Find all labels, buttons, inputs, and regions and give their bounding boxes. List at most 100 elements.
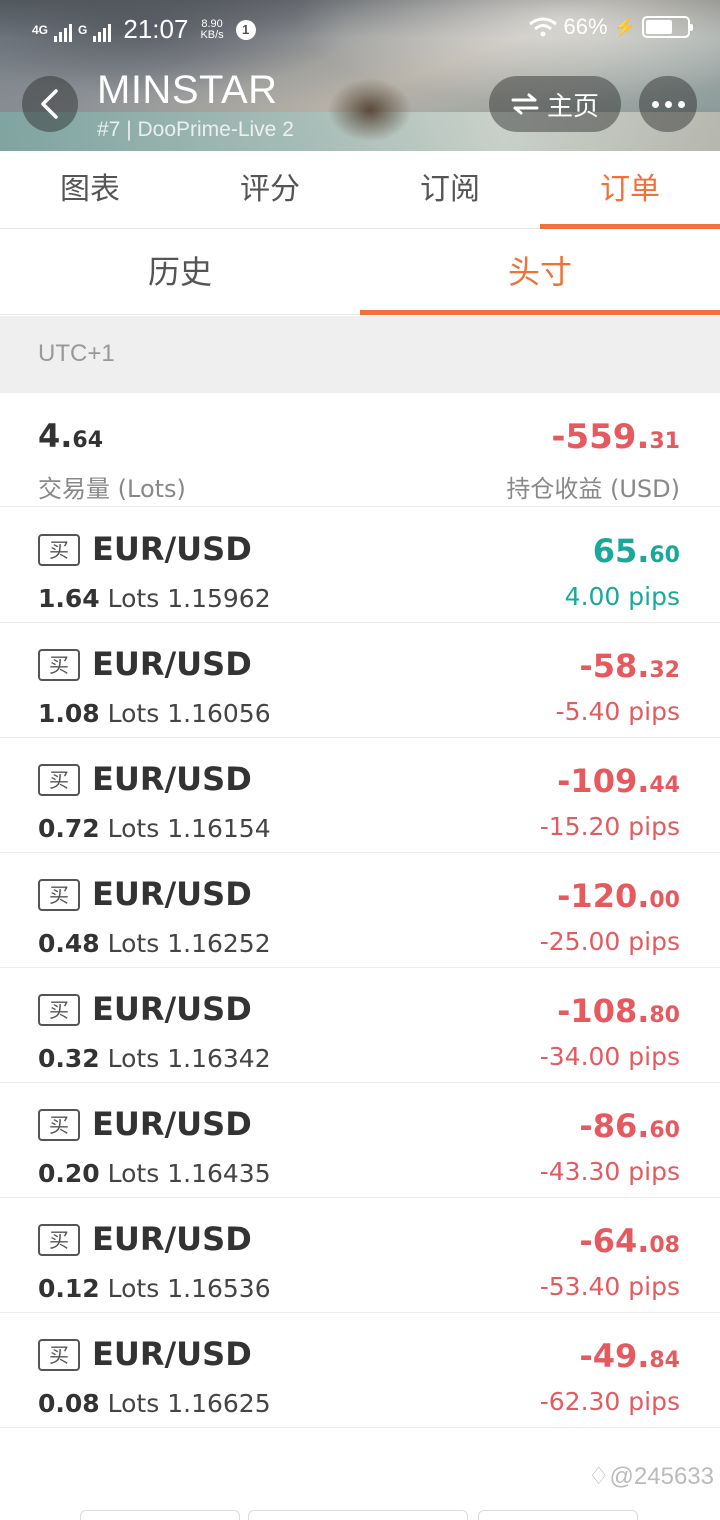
order-price: 1.16252 (167, 929, 271, 958)
home-button[interactable]: 主页 (489, 76, 621, 132)
order-lots: 0.72 (38, 814, 100, 843)
order-symbol: EUR/USD (92, 645, 252, 683)
tab-orders[interactable]: 订单 (540, 151, 720, 229)
sub-tabs: 历史 头寸 (0, 230, 720, 315)
order-lots: 0.20 (38, 1159, 100, 1188)
buy-badge: 买 (38, 1339, 80, 1371)
order-symbol: EUR/USD (92, 875, 252, 913)
clock: 21:07 (123, 14, 189, 44)
order-symbol: EUR/USD (92, 1220, 252, 1258)
order-profit: -64.08 (579, 1222, 680, 1260)
battery-fill (646, 20, 673, 34)
order-info: 0.08 Lots 1.16625 (38, 1389, 271, 1418)
buy-badge: 买 (38, 1109, 80, 1141)
more-dot-icon (651, 100, 659, 108)
order-profit: 65.60 (593, 532, 680, 570)
timezone-bar: UTC+1 (0, 316, 720, 393)
order-row[interactable]: 买 EUR/USD 0.72 Lots 1.16154 -109.44 -15.… (0, 738, 720, 853)
order-row[interactable]: 买 EUR/USD 0.48 Lots 1.16252 -120.00 -25.… (0, 853, 720, 968)
watermark-logo-icon: ♢ (588, 1463, 610, 1490)
order-row[interactable]: 买 EUR/USD 1.64 Lots 1.15962 65.60 4.00 p… (0, 508, 720, 623)
order-profit-int: -120. (557, 877, 650, 915)
order-pips: -62.30 pips (539, 1387, 680, 1416)
order-info: 0.72 Lots 1.16154 (38, 814, 271, 843)
profile-header: 4G G 21:07 8.90 KB/s 1 66% ⚡ MINSTAR #7 … (0, 0, 720, 151)
order-pips: -53.40 pips (539, 1272, 680, 1301)
header-background-person (300, 70, 430, 151)
chevron-left-icon (41, 89, 58, 119)
battery-icon (642, 16, 693, 38)
total-volume-label: 交易量 (Lots) (38, 475, 186, 503)
order-profit-int: -49. (579, 1337, 650, 1375)
tab-chart[interactable]: 图表 (0, 151, 180, 229)
subtab-history[interactable]: 历史 (0, 230, 360, 315)
order-profit: -86.60 (579, 1107, 680, 1145)
order-row[interactable]: 买 EUR/USD 0.08 Lots 1.16625 -49.84 -62.3… (0, 1313, 720, 1428)
order-lots-unit: Lots (107, 1159, 160, 1188)
order-pips: -5.40 pips (555, 697, 680, 726)
order-profit-dec: 84 (649, 1348, 680, 1373)
order-profit: -109.44 (557, 762, 680, 800)
more-button[interactable] (639, 76, 697, 132)
more-dot-icon (677, 100, 685, 108)
order-symbol: EUR/USD (92, 990, 252, 1028)
order-row[interactable]: 买 EUR/USD 1.08 Lots 1.16056 -58.32 -5.40… (0, 623, 720, 738)
network-type-1: 4G (32, 22, 49, 37)
signal-bars-2-icon (93, 23, 112, 42)
back-button[interactable] (22, 76, 78, 132)
order-price: 1.16625 (167, 1389, 271, 1418)
order-profit-int: -109. (557, 762, 650, 800)
order-info: 1.08 Lots 1.16056 (38, 699, 271, 728)
subtab-positions[interactable]: 头寸 (360, 230, 720, 315)
order-row[interactable]: 买 EUR/USD 0.20 Lots 1.16435 -86.60 -43.3… (0, 1083, 720, 1198)
order-info: 0.32 Lots 1.16342 (38, 1044, 271, 1073)
order-profit-int: -64. (579, 1222, 650, 1260)
buy-badge: 买 (38, 534, 80, 566)
order-symbol: EUR/USD (92, 760, 252, 798)
network-speed-unit: KB/s (200, 28, 224, 41)
order-profit-dec: 60 (649, 543, 680, 568)
order-row[interactable]: 买 EUR/USD 0.32 Lots 1.16342 -108.80 -34.… (0, 968, 720, 1083)
order-profit-int: -108. (557, 992, 650, 1030)
buy-badge: 买 (38, 994, 80, 1026)
charging-icon: ⚡ (613, 16, 636, 37)
trader-subtitle: #7 | DooPrime-Live 2 (97, 118, 294, 141)
order-profit-dec: 08 (649, 1233, 680, 1258)
total-volume-int: 4. (38, 417, 73, 455)
orders-list: 买 EUR/USD 1.64 Lots 1.15962 65.60 4.00 p… (0, 508, 720, 1428)
order-profit-int: -86. (579, 1107, 650, 1145)
order-lots-unit: Lots (107, 1274, 160, 1303)
order-profit-dec: 80 (649, 1003, 680, 1028)
positions-summary: 4.64 交易量 (Lots) -559.31 持仓收益 (USD) (0, 393, 720, 507)
wifi-icon (528, 17, 557, 37)
order-lots: 0.48 (38, 929, 100, 958)
buy-badge: 买 (38, 649, 80, 681)
buy-badge: 买 (38, 879, 80, 911)
order-profit-int: 65. (592, 532, 650, 570)
order-info: 0.20 Lots 1.16435 (38, 1159, 271, 1188)
order-lots-unit: Lots (107, 1389, 160, 1418)
order-profit: -49.84 (579, 1337, 680, 1375)
order-row[interactable]: 买 EUR/USD 0.12 Lots 1.16536 -64.08 -53.4… (0, 1198, 720, 1313)
total-pnl-label: 持仓收益 (USD) (506, 475, 680, 503)
buy-badge: 买 (38, 764, 80, 796)
order-lots-unit: Lots (107, 1044, 160, 1073)
order-pips: -43.30 pips (539, 1157, 680, 1186)
total-pnl: -559.31 (551, 417, 680, 457)
tab-rating[interactable]: 评分 (180, 151, 360, 229)
order-profit-dec: 32 (649, 658, 680, 683)
order-info: 0.48 Lots 1.16252 (38, 929, 271, 958)
order-price: 1.16154 (167, 814, 271, 843)
order-lots: 1.64 (38, 584, 100, 613)
more-dot-icon (664, 100, 672, 108)
order-lots-unit: Lots (107, 929, 160, 958)
order-profit: -108.80 (557, 992, 680, 1030)
tab-subscribe[interactable]: 订阅 (360, 151, 540, 229)
order-info: 0.12 Lots 1.16536 (38, 1274, 271, 1303)
order-symbol: EUR/USD (92, 1105, 252, 1143)
order-profit: -58.32 (579, 647, 680, 685)
order-profit-dec: 00 (649, 888, 680, 913)
status-bar: 4G G 21:07 8.90 KB/s 1 66% ⚡ (0, 0, 720, 56)
order-price: 1.16536 (167, 1274, 271, 1303)
network-speed: 8.90 KB/s (200, 18, 224, 41)
